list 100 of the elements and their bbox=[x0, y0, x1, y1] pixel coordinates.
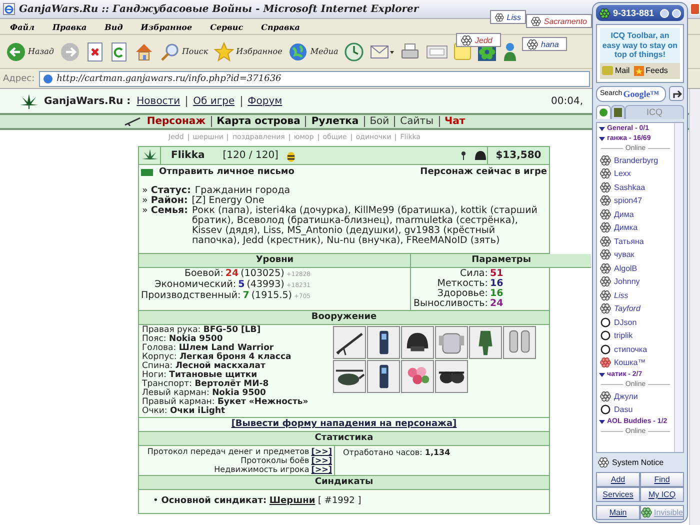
section-header: Параметры bbox=[411, 254, 592, 268]
attack-form-link[interactable]: [Вывести форму нападения на персонажа] bbox=[231, 419, 457, 429]
contact-item[interactable]: Liss bbox=[597, 288, 674, 302]
contact-item[interactable]: Кошка™ bbox=[597, 356, 674, 370]
nav-tab[interactable]: Бой bbox=[370, 116, 390, 127]
star-icon bbox=[634, 66, 644, 76]
syndicate-link[interactable]: Шершни bbox=[269, 496, 316, 506]
contact-item[interactable]: чувак bbox=[597, 248, 674, 262]
shin-guards-picture bbox=[503, 326, 536, 359]
log-label: Протоколы боёв bbox=[240, 456, 310, 465]
minimize-button[interactable] bbox=[660, 8, 670, 18]
contact-alert-toast[interactable]: Sacramento bbox=[526, 14, 592, 28]
nav-link[interactable]: Об игре bbox=[193, 96, 235, 106]
contact-alert-toast[interactable]: Liss bbox=[490, 10, 526, 24]
mail-button[interactable]: Mail bbox=[602, 66, 630, 76]
nav-tab[interactable]: Рулетка bbox=[311, 116, 359, 127]
level-value: 7 bbox=[242, 291, 250, 301]
contact-item[interactable]: Tayford bbox=[597, 302, 674, 316]
contact-item[interactable]: стипочка bbox=[597, 342, 674, 356]
contact-item[interactable]: DJson bbox=[597, 316, 674, 329]
parameter-value: 16 bbox=[490, 279, 504, 289]
contact-action-button[interactable]: My ICQ bbox=[640, 487, 684, 502]
arrow-icon bbox=[672, 88, 682, 98]
close-button[interactable] bbox=[690, 3, 700, 15]
window-title: GanjaWars.Ru :: Ганджубасовые Войны - Microsoft Internet Explorer bbox=[19, 4, 419, 14]
open-log-link[interactable]: [>>] bbox=[311, 447, 332, 456]
menu-item[interactable]: Вид bbox=[104, 22, 123, 32]
info-value: [Z] Energy One bbox=[192, 196, 264, 206]
flower-icon bbox=[461, 34, 472, 46]
contact-item[interactable]: Джули bbox=[597, 390, 674, 403]
nav-tab[interactable]: Карта острова bbox=[216, 116, 300, 127]
parameter-label: Меткость: bbox=[437, 279, 488, 289]
contact-item[interactable]: Димка bbox=[597, 221, 674, 234]
helicopter-picture bbox=[333, 360, 366, 393]
flower-icon bbox=[599, 8, 610, 18]
equipment-line: Транспорт: Вертолёт МИ-8 bbox=[142, 380, 270, 389]
open-log-link[interactable]: [>>] bbox=[311, 465, 332, 474]
nav-tab[interactable]: Чат bbox=[444, 116, 466, 127]
close-button[interactable] bbox=[672, 8, 681, 18]
level-value: 5 bbox=[238, 280, 245, 290]
contact-alert-toast[interactable]: hana bbox=[522, 37, 567, 51]
history-button[interactable] bbox=[342, 42, 366, 62]
nav-tab[interactable]: Персонаж bbox=[146, 116, 206, 127]
menu-item[interactable]: Правка bbox=[52, 22, 87, 32]
phone-picture bbox=[367, 326, 400, 359]
nav-tab[interactable]: Сайты bbox=[400, 116, 434, 127]
contact-item[interactable]: Татьяна bbox=[597, 234, 674, 248]
contact-item[interactable]: Dasu bbox=[597, 403, 674, 416]
media-button[interactable]: Медиа bbox=[286, 42, 340, 62]
contact-action-button[interactable]: Add bbox=[596, 472, 640, 487]
armor-picture bbox=[435, 326, 468, 359]
system-notice[interactable]: System Notice bbox=[596, 456, 684, 469]
info-label: » Статус: bbox=[142, 186, 191, 196]
contact-item[interactable]: Lexx bbox=[597, 167, 674, 180]
parameter-label: Сила: bbox=[460, 269, 488, 279]
contact-action-button[interactable]: Services bbox=[596, 487, 640, 502]
contact-action-button[interactable]: Find bbox=[640, 472, 684, 487]
contact-item[interactable]: Branderbyrg bbox=[597, 154, 674, 167]
section-header: Вооружение bbox=[139, 311, 549, 325]
contact-item[interactable]: triplik bbox=[597, 329, 674, 342]
contact-item[interactable]: Sashkaa bbox=[597, 180, 674, 194]
favorites-button[interactable]: Избранное bbox=[212, 42, 284, 62]
contact-item[interactable]: Дима bbox=[597, 208, 674, 221]
open-log-link[interactable]: [>>] bbox=[311, 456, 332, 465]
contact-item[interactable]: AlgolB bbox=[597, 262, 674, 275]
menu-item[interactable]: Сервис bbox=[210, 22, 244, 32]
leaf-logo-icon bbox=[20, 93, 38, 109]
contact-alert-toast[interactable]: Jedd bbox=[456, 33, 501, 47]
menu-item[interactable]: Справка bbox=[261, 22, 300, 32]
player-name[interactable]: Flikka bbox=[171, 150, 205, 161]
back-button[interactable]: Назад bbox=[4, 42, 56, 62]
syndicate-number: [ #1992 ] bbox=[318, 496, 362, 506]
menu-item[interactable]: Избранное bbox=[140, 22, 192, 32]
feeds-button[interactable]: Feeds bbox=[634, 66, 668, 76]
info-label: » Район: bbox=[142, 196, 188, 206]
menu-item[interactable]: Файл bbox=[10, 22, 34, 32]
info-value: Рокк (папа), isteri4ka (дочурка), KillMe99 (братишка), kottik (старший братик), Всеволод (братишка-близнец), marmuletka (сестрёнка), Kissev (дядя), Liss, MS_Antonio (дедушки), gv1983 (крёстный папочка), Jedd (крестник), Nu-nu (внучка), FReeMANoID (зять) bbox=[192, 206, 538, 246]
camouflage-suit-picture bbox=[469, 326, 502, 359]
address-field[interactable]: http://cartman.ganjawars.ru/info.php?id=371636 bbox=[38, 70, 590, 86]
search-button[interactable]: Поиск bbox=[158, 42, 210, 62]
experience-text: (1915.5) bbox=[251, 291, 292, 301]
scrollbar[interactable] bbox=[674, 122, 683, 452]
main-button[interactable]: Main bbox=[596, 505, 640, 520]
money-amount: $13,580 bbox=[487, 147, 549, 164]
scrollbar[interactable] bbox=[689, 89, 700, 525]
contact-tab[interactable] bbox=[596, 104, 611, 118]
contact-item[interactable]: Johnny bbox=[597, 275, 674, 288]
equipment-line: Правая рука: BFG-50 [LB] bbox=[142, 326, 262, 335]
search-icon bbox=[160, 42, 180, 62]
promo-text: ICQ Toolbar, an easy way to stay on top of things! bbox=[600, 28, 680, 62]
level-label: Производственный: bbox=[141, 291, 241, 301]
nav-link[interactable]: Форум bbox=[248, 96, 282, 106]
search-go-button[interactable] bbox=[669, 86, 684, 101]
bee-icon bbox=[286, 150, 296, 162]
nav-link[interactable]: Новости bbox=[136, 96, 180, 106]
contact-item[interactable]: spion47 bbox=[597, 194, 674, 208]
info-value: Гражданин города bbox=[194, 186, 290, 196]
contact-tab[interactable] bbox=[611, 104, 625, 118]
helmet-icon bbox=[474, 150, 487, 162]
send-message-link[interactable]: Отправить личное письмо bbox=[159, 167, 294, 178]
